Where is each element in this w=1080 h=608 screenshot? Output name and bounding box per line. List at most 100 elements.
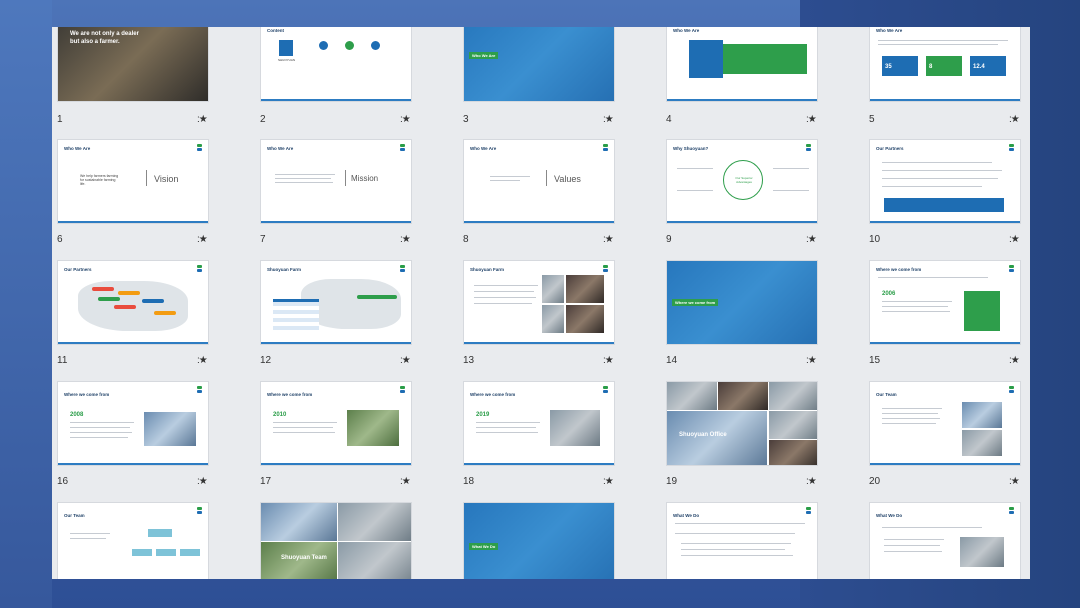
stat-value: 35 [882,56,918,76]
slide-star-icon[interactable]: :★ [197,234,208,245]
slide-star-icon[interactable]: :★ [197,114,208,125]
slide-thumbnail-8[interactable]: Who We Are Values [463,139,615,224]
team-photo [962,402,1002,428]
slide-thumbnail-19[interactable]: Shuoyuan Office [666,381,818,466]
slide-thumbnail-9[interactable]: Why Shuoyuan? Our Superior Advantages [666,139,818,224]
cycle-center-label: Our Superior Advantages [735,176,753,184]
slide-star-icon[interactable]: :★ [197,476,208,487]
slide-footer-bar [58,221,208,223]
slide-sorter-panel[interactable]: We are not only a dealer but also a farm… [52,27,1030,579]
slide-star-icon[interactable]: :★ [603,234,614,245]
slide-thumbnail-18[interactable]: Where we come from 2019 [463,381,615,466]
slide-thumbnail-16[interactable]: Where we come from 2008 [57,381,209,466]
slide-star-icon[interactable]: :★ [1009,476,1020,487]
slide-star-icon[interactable]: :★ [1009,234,1020,245]
slide-title: Shuoyuan Farm [267,267,302,272]
slide-number: 12 [260,355,272,366]
slide-star-icon[interactable]: :★ [806,355,817,366]
slide-thumbnail-17[interactable]: Where we come from 2010 [260,381,412,466]
slide-thumbnail-14[interactable]: Where we come from [666,260,818,345]
slide-title: Who We Are [267,146,294,151]
slide-star-icon[interactable]: :★ [806,114,817,125]
slide-thumbnail-5[interactable]: Who We Are 35 8 12.4 [869,27,1021,102]
slide-title: What We Do [673,513,700,518]
work-photo [960,537,1004,567]
farm-table [273,299,319,331]
slide-keyword: Values [554,174,581,184]
slide-thumbnail-13[interactable]: Shuoyuan Farm [463,260,615,345]
slide-number: 8 [463,234,469,245]
slide-title: Who We Are [470,146,497,151]
slide-number: 6 [57,234,63,245]
brand-logo-icon [1008,507,1015,515]
slide-thumbnail-10[interactable]: Our Partners [869,139,1021,224]
slide-thumbnail-4[interactable]: Who We Are [666,27,818,102]
slide-thumbnail-20[interactable]: Our Team [869,381,1021,466]
brand-logo-icon [196,386,203,394]
slide-number: 13 [463,355,475,366]
farm-photo [566,305,604,333]
timeline-year: 2019 [476,412,490,418]
slide-footer-bar [261,99,411,101]
slide-number: 5 [869,114,875,125]
slide-thumbnail-23[interactable]: What We Do [463,502,615,579]
slide-star-icon[interactable]: :★ [603,476,614,487]
slide-number: 1 [57,114,63,125]
slide-star-icon[interactable]: :★ [603,355,614,366]
brand-logo-icon [196,265,203,273]
slide-thumbnail-7[interactable]: Who We Are Mission [260,139,412,224]
slide-star-icon[interactable]: :★ [400,234,411,245]
slide-title: Content [267,28,284,33]
slide-thumbnail-1[interactable]: We are not only a dealer but also a farm… [57,27,209,102]
slide-star-icon[interactable]: :★ [400,476,411,487]
timeline-year: 2006 [882,291,896,297]
slide-star-icon[interactable]: :★ [1009,355,1020,366]
slide-footer-bar [464,463,614,465]
content-item-icon [319,41,328,50]
slide-star-icon[interactable]: :★ [1009,114,1020,125]
slide-star-icon[interactable]: :★ [400,355,411,366]
slide-thumbnail-2[interactable]: Content SHUOYUAN [260,27,412,102]
slide-thumbnail-22[interactable]: Shuoyuan Team [260,502,412,579]
brand-logo-icon [196,144,203,152]
slide-title: What We Do [876,513,903,518]
slide-number: 2 [260,114,266,125]
slide-title: Our Partners [876,146,904,151]
stat-value: 12.4 [970,56,1006,76]
brand-logo-icon [279,40,293,56]
slide-star-icon[interactable]: :★ [806,234,817,245]
slide-footer-bar [870,99,1020,101]
office-label: Shuoyuan Office [679,432,727,438]
slide-footer-bar [261,221,411,223]
slide-thumbnail-11[interactable]: Our Partners [57,260,209,345]
slide-footer-bar [464,342,614,344]
slide-number: 10 [869,234,881,245]
slide-title: Where we come from [64,392,110,397]
slide-number: 18 [463,476,475,487]
slide-title: Where we come from [470,392,516,397]
slide-number: 4 [666,114,672,125]
slide-star-icon[interactable]: :★ [806,476,817,487]
slide-keyword: Mission [351,174,379,183]
farm-photo [542,275,564,303]
brand-logo-icon [399,386,406,394]
slide-title: Who We Are [876,28,903,33]
slide-thumbnail-24[interactable]: What We Do [666,502,818,579]
slide-thumbnail-15[interactable]: Where we come from 2006 [869,260,1021,345]
slide-footer-bar [261,342,411,344]
slide-thumbnail-12[interactable]: Shuoyuan Farm [260,260,412,345]
slide-thumbnail-3[interactable]: Who We Are [463,27,615,102]
timeline-year: 2008 [70,412,84,418]
brand-logo-icon [602,265,609,273]
history-photo [550,410,600,446]
slide-star-icon[interactable]: :★ [400,114,411,125]
section-label: Where we come from [672,299,719,306]
slide-star-icon[interactable]: :★ [197,355,208,366]
slide-thumbnail-21[interactable]: Our Team [57,502,209,579]
slide-thumbnail-25[interactable]: What We Do [869,502,1021,579]
slide-footer-bar [58,463,208,465]
slide-star-icon[interactable]: :★ [603,114,614,125]
brand-logo-icon [196,507,203,515]
brand-logo-icon [1008,265,1015,273]
slide-thumbnail-6[interactable]: Who We Are We help farmers farming for s… [57,139,209,224]
